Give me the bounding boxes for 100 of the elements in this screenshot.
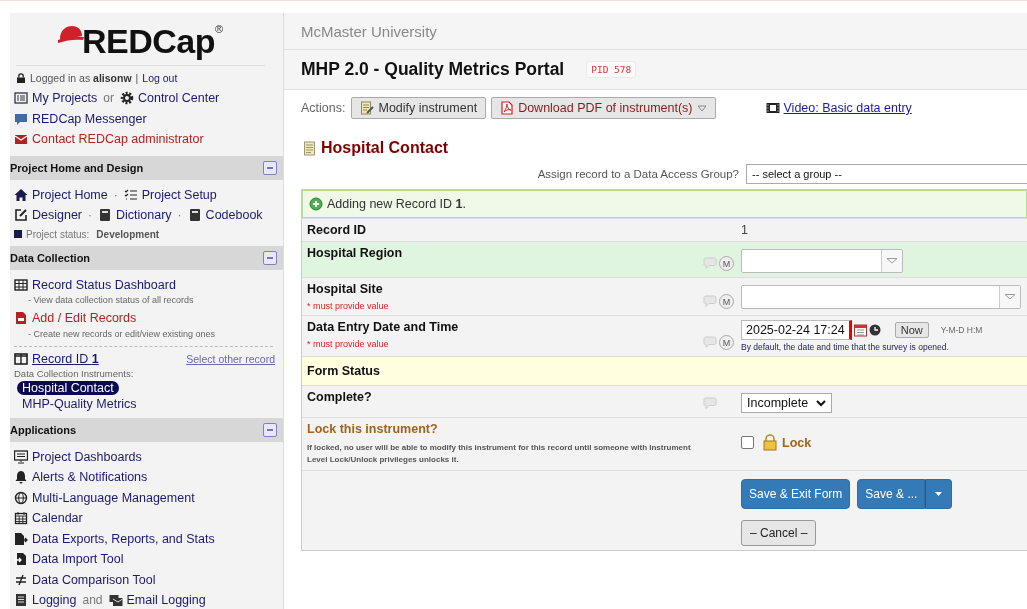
calendar-icon	[14, 511, 28, 526]
sidebar-link[interactable]: Multi-Language Management	[14, 489, 195, 506]
dropdown-field[interactable]	[741, 285, 1021, 309]
form-edit-icon	[360, 101, 375, 115]
joiner-text: ·	[177, 207, 182, 224]
project-title: MHP 2.0 - Quality Metrics Portal	[301, 59, 565, 80]
lock-icon	[16, 73, 26, 83]
logo-text: REDCap	[81, 21, 215, 61]
not-equal-icon	[14, 572, 28, 587]
file-arrow-icon	[14, 552, 28, 567]
book-icon	[98, 208, 113, 223]
joiner-text: and	[82, 592, 103, 609]
group-dropdown[interactable]: -- select a group --	[746, 164, 1027, 184]
lock-checkbox[interactable]	[741, 436, 754, 449]
sidebar-link[interactable]: REDCap Messenger	[14, 110, 147, 127]
dropdown-toggle-button[interactable]	[925, 479, 953, 509]
logout-link[interactable]: Log out	[142, 72, 178, 84]
collapse-button[interactable]	[263, 250, 277, 265]
sidebar-link[interactable]: Contact REDCap administrator	[14, 131, 204, 148]
dropdown-field[interactable]	[741, 249, 903, 273]
comment-icon	[702, 295, 718, 309]
collapse-button[interactable]	[263, 160, 277, 175]
datetime-field[interactable]: 2025-02-24 17:24	[741, 320, 852, 340]
login-text: Logged in as alisonw	[30, 72, 132, 84]
status-select[interactable]: Incomplete	[741, 393, 833, 413]
sidebar-link[interactable]: Dictionary	[98, 207, 172, 224]
sidebar-link[interactable]: Codebook	[187, 207, 263, 224]
select-record-link[interactable]: Select other record	[186, 352, 275, 365]
field-label: Hospital Site	[307, 282, 384, 296]
actions-label: Actions:	[301, 101, 346, 115]
caret-icon	[696, 104, 707, 112]
section-title: Project Home and Design	[10, 161, 144, 174]
m-badge[interactable]: M	[719, 294, 734, 309]
sidebar-link[interactable]: Add / Edit Records	[14, 310, 137, 327]
save-exit-button[interactable]: Save & Exit Form	[741, 479, 851, 509]
sidebar-link[interactable]: Control Center	[119, 90, 220, 107]
dag-label: Assign record to a Data Access Group?	[537, 168, 739, 180]
sidebar-link[interactable]: Project Dashboards	[14, 448, 142, 465]
calendar-icon	[853, 323, 867, 337]
sidebar-link[interactable]: Data Exports, Reports, and Stats	[14, 530, 215, 547]
m-badge[interactable]: M	[719, 256, 734, 271]
document-icon	[14, 311, 28, 326]
chevron-down-icon	[816, 399, 827, 407]
cap-icon	[57, 25, 84, 45]
now-button[interactable]: Now	[894, 322, 929, 338]
sidebar-link[interactable]: Data Comparison Tool	[14, 571, 156, 588]
save-options-button[interactable]: Save & ...	[857, 479, 926, 509]
bell-icon	[14, 470, 28, 485]
grid-icon	[14, 277, 28, 292]
collapse-button[interactable]	[263, 422, 277, 437]
field-label: Record ID	[307, 223, 368, 237]
form-title: Hospital Contact	[321, 139, 449, 157]
m-badge[interactable]: M	[719, 335, 734, 350]
sidebar-link[interactable]: Logging	[14, 592, 77, 609]
sidebar-link[interactable]: Designer	[14, 207, 83, 224]
action-button[interactable]: Download PDF of instrument(s)	[491, 97, 716, 119]
sidebar-link[interactable]: Project Home	[14, 186, 108, 203]
field-hint: By default, the date and time that the survey is opened.	[741, 342, 950, 352]
separator-text: |	[135, 72, 139, 84]
gear-icon	[119, 91, 134, 106]
cancel-button[interactable]: – Cancel –	[741, 520, 817, 546]
comment-icon	[702, 397, 718, 411]
field-label: Data Entry Date and Time	[307, 320, 460, 334]
lock-heading: Lock this instrument?	[307, 422, 439, 436]
pdf-icon	[500, 101, 515, 115]
link-description: - View data collection status of all records	[27, 295, 195, 307]
instrument-link[interactable]: MHP-Quality Metrics	[17, 396, 142, 411]
joiner-text: ·	[88, 207, 93, 224]
sidebar-link[interactable]: Record Status Dashboard	[14, 276, 176, 293]
book-icon	[187, 208, 202, 223]
padlock-icon	[762, 434, 778, 451]
sidebar-link[interactable]: My Projects	[14, 90, 98, 107]
sidebar-link[interactable]: Data Import Tool	[14, 551, 124, 568]
sidebar-link[interactable]: Email Logging	[108, 592, 206, 609]
required-note: * must provide value	[307, 339, 390, 349]
envelope-icon	[14, 132, 28, 147]
plus-circle-icon	[309, 197, 323, 211]
instrument-link[interactable]: Hospital Contact	[17, 380, 119, 395]
pencil-square-icon	[14, 208, 28, 223]
form-icon	[303, 140, 316, 156]
comment-icon	[702, 257, 718, 271]
caret-icon	[1004, 293, 1016, 301]
video-link[interactable]: Video: Basic data entry	[765, 101, 912, 115]
action-button[interactable]: Modify instrument	[351, 97, 487, 119]
sidebar-link[interactable]: Alerts & Notifications	[14, 469, 148, 486]
institution-name: McMaster University	[301, 22, 437, 40]
comment-icon	[702, 336, 718, 350]
status-label: Project status:	[26, 228, 90, 240]
required-note: * must provide value	[307, 301, 390, 311]
section-heading: Form Status	[307, 364, 381, 378]
section-title: Applications	[10, 423, 76, 436]
sidebar-link[interactable]: Project Setup	[123, 186, 217, 203]
clock-icon	[868, 323, 881, 337]
file-arrow-icon	[14, 531, 28, 546]
checklist-icon	[123, 187, 138, 202]
sidebar-link[interactable]: Calendar	[14, 510, 83, 527]
section-title: Data Collection	[10, 251, 91, 264]
field-value: 1	[741, 223, 748, 237]
link-description: - Create new records or edit/view existing ones	[27, 328, 217, 341]
record-link[interactable]: Record ID 1	[14, 351, 99, 366]
